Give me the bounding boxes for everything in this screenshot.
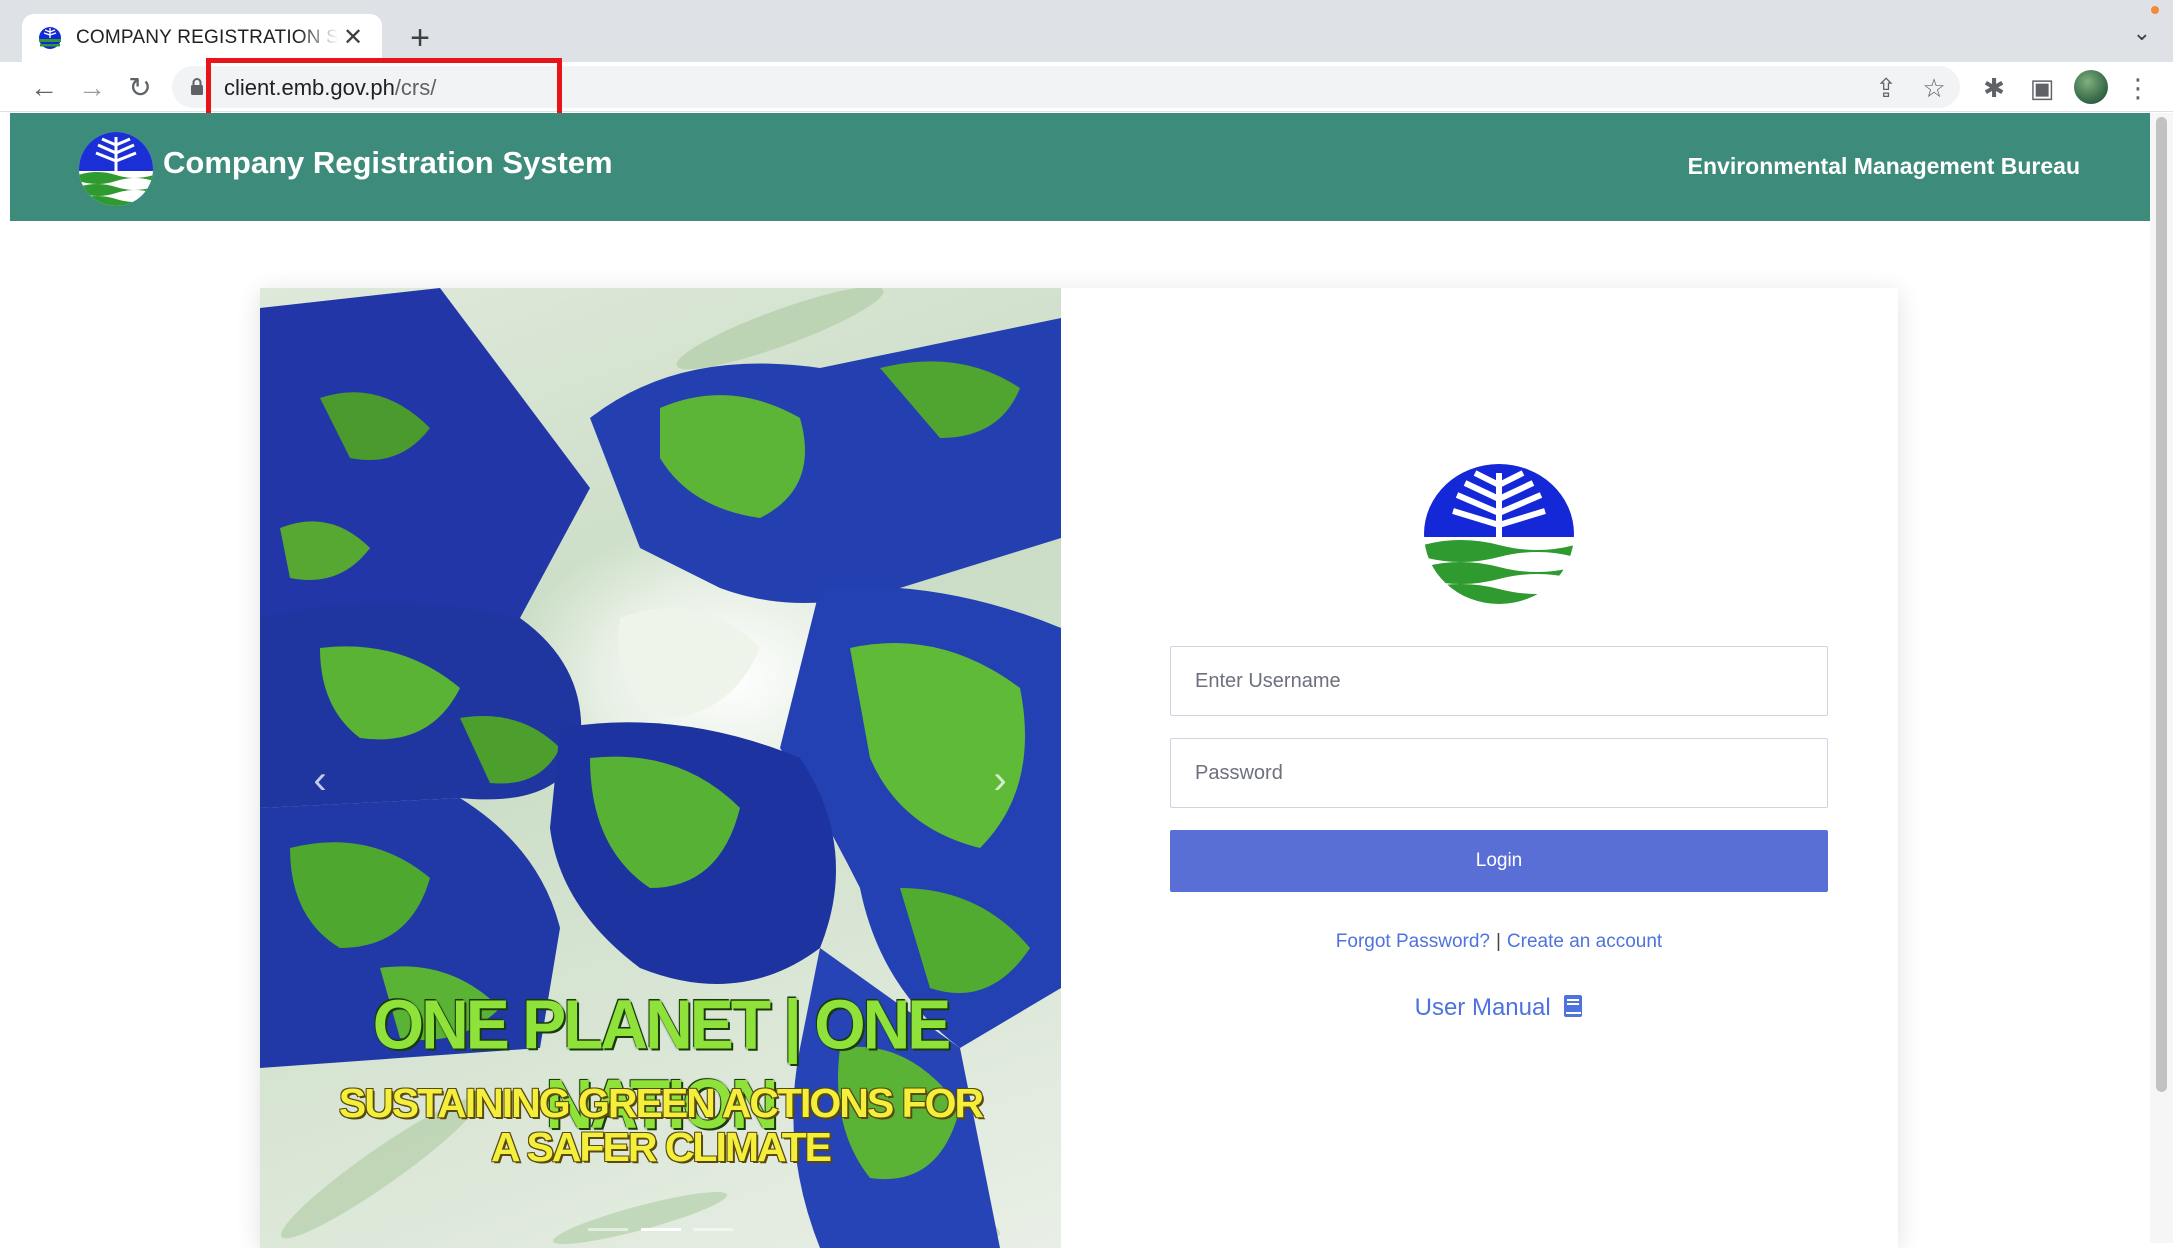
- new-tab-plus-icon[interactable]: +: [400, 18, 440, 58]
- carousel-prev-chevron-left-icon[interactable]: ‹: [300, 758, 340, 803]
- browser-tab[interactable]: COMPANY REGISTRATION SYSTEM ✕: [22, 14, 382, 62]
- url-path: /crs/: [394, 75, 437, 100]
- forward-arrow-icon[interactable]: →: [74, 70, 110, 106]
- user-manual-link[interactable]: User Manual: [1170, 994, 1828, 1022]
- browser-toolbar: ← → ↻ client.emb.gov.ph/crs/ ⇪ ☆ ✱ ▣ ⋮: [0, 62, 2173, 112]
- forgot-password-link[interactable]: Forgot Password?: [1336, 931, 1490, 952]
- carousel-indicator[interactable]: [588, 1228, 629, 1231]
- slide-subtitle-line1: SUSTAINING GREEN ACTIONS FOR: [338, 1080, 984, 1126]
- page-scrollbar[interactable]: [2150, 113, 2173, 1243]
- lock-icon: [191, 78, 203, 95]
- tab-title: COMPANY REGISTRATION SYSTEM: [76, 27, 338, 48]
- reload-icon[interactable]: ↻: [122, 70, 158, 106]
- url-text: client.emb.gov.ph/crs/: [224, 75, 436, 101]
- agency-name: Environmental Management Bureau: [1687, 153, 2080, 179]
- username-input[interactable]: [1170, 646, 1828, 716]
- address-bar[interactable]: client.emb.gov.ph/crs/: [172, 66, 1960, 108]
- login-card: ‹ › ONE PLANET | ONE NATION SUSTAINING G…: [260, 288, 1898, 1248]
- user-manual-label: User Manual: [1414, 994, 1551, 1021]
- denr-favicon-icon: [39, 27, 61, 49]
- close-tab-icon[interactable]: ✕: [340, 26, 366, 50]
- share-icon[interactable]: ⇪: [1870, 72, 1902, 104]
- slide-subtitle-line2: A SAFER CLIMATE: [491, 1124, 832, 1170]
- tab-list-chevron-icon[interactable]: ⌄: [2133, 20, 2151, 46]
- extensions-puzzle-icon[interactable]: ✱: [1978, 72, 2010, 104]
- link-separator: |: [1495, 931, 1501, 952]
- emb-logo-icon: [79, 132, 153, 206]
- book-icon: [1564, 995, 1583, 1017]
- carousel-indicators: [260, 1218, 1061, 1236]
- account-links: Forgot Password? | Create an account: [1170, 931, 1828, 953]
- profile-avatar[interactable]: [2074, 70, 2108, 104]
- browser-menu-icon[interactable]: ⋮: [2122, 72, 2154, 104]
- carousel-next-chevron-right-icon[interactable]: ›: [980, 758, 1020, 803]
- site-header: Company Registration System Environmenta…: [10, 113, 2150, 221]
- site-title: Company Registration System: [163, 145, 613, 180]
- login-button[interactable]: Login: [1170, 830, 1828, 892]
- scrollbar-thumb[interactable]: [2156, 117, 2167, 1092]
- create-account-link[interactable]: Create an account: [1507, 931, 1662, 952]
- carousel-indicator[interactable]: [640, 1228, 681, 1231]
- password-input[interactable]: [1170, 738, 1828, 808]
- side-panel-icon[interactable]: ▣: [2026, 72, 2058, 104]
- browser-tab-strip: COMPANY REGISTRATION SYSTEM ✕ + ⌄: [0, 0, 2173, 62]
- carousel-indicator[interactable]: [692, 1228, 733, 1231]
- emb-logo-icon: [1424, 464, 1574, 604]
- image-carousel[interactable]: ‹ › ONE PLANET | ONE NATION SUSTAINING G…: [260, 288, 1061, 1248]
- bookmark-star-icon[interactable]: ☆: [1918, 72, 1950, 104]
- back-arrow-icon[interactable]: ←: [26, 70, 62, 106]
- url-host: client.emb.gov.ph: [224, 75, 395, 100]
- update-dot-icon: [2151, 6, 2159, 14]
